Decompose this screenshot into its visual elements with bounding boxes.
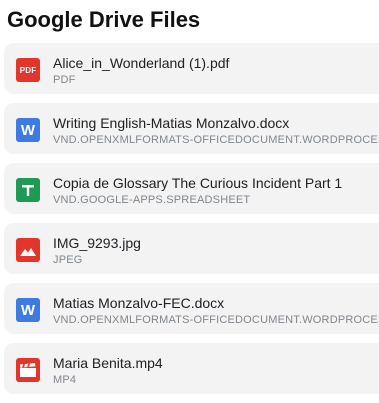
file-type: VND.GOOGLE-APPS.SPREADSHEET bbox=[53, 194, 251, 206]
word-doc-icon: W bbox=[16, 298, 40, 322]
file-name: Writing English-Matias Monzalvo.docx bbox=[53, 115, 290, 131]
file-list: PDF Alice_in_Wonderland (1).pdf PDF W Wr… bbox=[4, 43, 379, 403]
file-item[interactable]: W Matias Monzalvo-FEC.docx VND.OPENXMLFO… bbox=[4, 283, 379, 334]
file-type: JPEG bbox=[53, 254, 83, 266]
file-name: Maria Benita.mp4 bbox=[53, 355, 163, 371]
word-doc-icon: W bbox=[16, 118, 40, 142]
file-item[interactable]: PDF Alice_in_Wonderland (1).pdf PDF bbox=[4, 43, 379, 94]
file-name: IMG_9293.jpg bbox=[53, 235, 141, 251]
file-type: VND.OPENXMLFORMATS-OFFICEDOCUMENT.WORDPR… bbox=[53, 134, 379, 146]
image-icon bbox=[16, 238, 40, 262]
file-type: VND.OPENXMLFORMATS-OFFICEDOCUMENT.WORDPR… bbox=[53, 314, 379, 326]
pdf-icon: PDF bbox=[16, 58, 40, 82]
file-item[interactable]: IMG_9293.jpg JPEG bbox=[4, 223, 379, 274]
spreadsheet-icon bbox=[16, 178, 40, 202]
file-name: Alice_in_Wonderland (1).pdf bbox=[53, 55, 230, 71]
file-item[interactable]: Maria Benita.mp4 MP4 bbox=[4, 343, 379, 394]
file-name: Copia de Glossary The Curious Incident P… bbox=[53, 175, 343, 191]
video-icon bbox=[16, 358, 40, 382]
file-type: MP4 bbox=[53, 374, 77, 386]
file-type: PDF bbox=[53, 74, 76, 86]
file-name: Matias Monzalvo-FEC.docx bbox=[53, 295, 225, 311]
file-item[interactable]: Copia de Glossary The Curious Incident P… bbox=[4, 163, 379, 214]
file-item[interactable]: W Writing English-Matias Monzalvo.docx V… bbox=[4, 103, 379, 154]
page-title: Google Drive Files bbox=[7, 7, 201, 32]
